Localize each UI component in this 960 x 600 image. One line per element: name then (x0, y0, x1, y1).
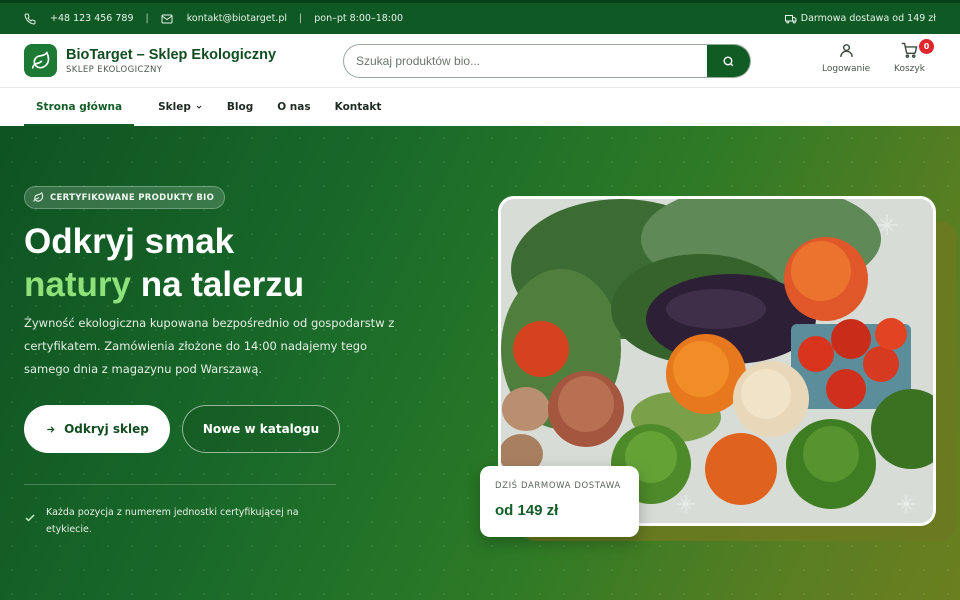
promo-value: od 149 zł (495, 502, 559, 519)
certification-note: Każda pozycja z numerem jednostki certyf… (46, 507, 299, 535)
hero-section: CERTYFIKOWANE PRODUKTY BIO Odkryj smak n… (0, 126, 960, 600)
discover-shop-button[interactable]: Odkryj sklep (24, 405, 170, 453)
new-in-catalog-button[interactable]: Nowe w katalogu (182, 405, 340, 453)
nav-item-label: Strona główna (36, 101, 123, 113)
nav-item-contact[interactable]: Kontakt (335, 88, 382, 126)
nav-item-label: Blog (226, 101, 254, 113)
nav-item-label: O nas (277, 101, 311, 113)
hero-description: Żywność ekologiczna kupowana bezpośredni… (24, 316, 395, 376)
arrow-right-icon (47, 425, 55, 433)
brand-name[interactable]: BioTarget – Sklep Ekologiczny (66, 47, 276, 63)
hero-title: Odkryj smak natury na talerzu (24, 220, 304, 306)
hero-title-line2: natury na talerzu (24, 263, 304, 306)
leaf-icon (31, 50, 49, 69)
phone-number: +48 123 456 789 (50, 13, 134, 24)
topbar-separator: | (299, 13, 303, 24)
cart-button[interactable]: 0 Koszyk (894, 39, 934, 74)
promo-label: DZIŚ DARMOWA DOSTAWA (495, 481, 621, 491)
main-nav: Strona główna Sklep Blog O nas Kontakt (0, 88, 960, 126)
topbar-email[interactable]: kontakt@biotarget.pl (161, 13, 287, 25)
cart-label: Koszyk (894, 64, 925, 74)
phone-icon (24, 12, 36, 24)
opening-hours: pon–pt 8:00–18:00 (314, 13, 404, 24)
nav-item-about[interactable]: O nas (277, 88, 310, 126)
nav-item-label: Kontakt (334, 101, 382, 113)
top-bar: +48 123 456 789 | kontakt@biotarget.pl |… (0, 0, 960, 34)
hero-title-line1: Odkryj smak (24, 222, 235, 261)
check-icon (25, 514, 35, 522)
certified-badge: CERTYFIKOWANE PRODUKTY BIO (24, 186, 226, 209)
user-icon (839, 44, 853, 57)
leaf-icon (33, 192, 44, 202)
topbar-phone[interactable]: +48 123 456 789 (24, 12, 134, 25)
chevron-down-icon (196, 105, 202, 109)
nav-item-blog[interactable]: Blog (227, 88, 253, 126)
login-label: Logowanie (822, 64, 871, 74)
logo[interactable] (24, 44, 57, 77)
nav-item-home[interactable]: Strona główna (24, 88, 135, 126)
brand-tagline: SKLEP EKOLOGICZNY (66, 65, 163, 75)
discover-shop-label: Odkryj sklep (64, 422, 149, 436)
badge-text: CERTYFIKOWANE PRODUKTY BIO (50, 192, 215, 203)
cart-count-badge: 0 (919, 39, 934, 54)
new-in-catalog-label: Nowe w katalogu (202, 422, 320, 436)
shipping-text: Darmowa dostawa od 149 zł (800, 13, 936, 24)
hero-title-rest: na talerzu (130, 265, 305, 304)
nav-item-label: Sklep (158, 101, 191, 113)
search-icon (723, 55, 734, 66)
nav-item-shop[interactable]: Sklep (158, 88, 203, 126)
topbar-separator: | (145, 13, 149, 24)
hero-title-accent: natury (24, 265, 131, 304)
mail-icon (161, 14, 173, 23)
email-address: kontakt@biotarget.pl (186, 13, 288, 24)
hero-divider (24, 484, 336, 485)
login-button[interactable]: Logowanie (822, 42, 870, 74)
free-delivery-card: DZIŚ DARMOWA DOSTAWA od 149 zł (480, 466, 639, 537)
cart-icon (901, 42, 918, 58)
free-shipping-info: Darmowa dostawa od 149 zł (784, 13, 936, 25)
truck-icon (784, 14, 797, 23)
search-input[interactable] (344, 45, 709, 77)
site-header: BioTarget – Sklep Ekologiczny SKLEP EKOL… (0, 34, 960, 88)
search-bar (343, 44, 751, 78)
search-button[interactable] (707, 45, 750, 77)
